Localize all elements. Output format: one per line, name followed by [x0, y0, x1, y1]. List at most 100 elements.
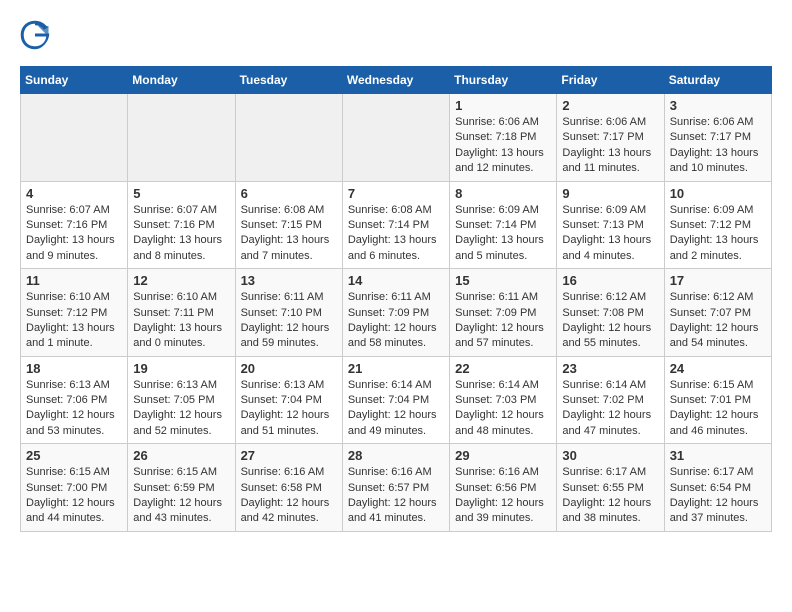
- day-info: Sunrise: 6:13 AMSunset: 7:04 PMDaylight:…: [241, 378, 337, 440]
- calendar-cell: 29 Sunrise: 6:16 AMSunset: 6:56 PMDayligh…: [450, 444, 557, 532]
- day-info: Sunrise: 6:09 AMSunset: 7:13 PMDaylight:…: [562, 203, 658, 265]
- day-info: Sunrise: 6:06 AMSunset: 7:18 PMDaylight:…: [455, 115, 551, 177]
- day-info: Sunrise: 6:12 AMSunset: 7:08 PMDaylight:…: [562, 290, 658, 352]
- day-number: 31: [670, 448, 766, 463]
- day-info: Sunrise: 6:14 AMSunset: 7:04 PMDaylight:…: [348, 378, 444, 440]
- day-info: Sunrise: 6:07 AMSunset: 7:16 PMDaylight:…: [26, 203, 122, 265]
- day-number: 24: [670, 361, 766, 376]
- day-number: 8: [455, 186, 551, 201]
- calendar-cell: 17 Sunrise: 6:12 AMSunset: 7:07 PMDayligh…: [664, 269, 771, 357]
- calendar-cell: 7 Sunrise: 6:08 AMSunset: 7:14 PMDaylight…: [342, 181, 449, 269]
- day-number: 6: [241, 186, 337, 201]
- day-info: Sunrise: 6:10 AMSunset: 7:11 PMDaylight:…: [133, 290, 229, 352]
- calendar-header-friday: Friday: [557, 67, 664, 94]
- day-info: Sunrise: 6:08 AMSunset: 7:14 PMDaylight:…: [348, 203, 444, 265]
- day-number: 17: [670, 273, 766, 288]
- calendar-cell: 28 Sunrise: 6:16 AMSunset: 6:57 PMDayligh…: [342, 444, 449, 532]
- calendar-week-row: 18 Sunrise: 6:13 AMSunset: 7:06 PMDayligh…: [21, 356, 772, 444]
- day-number: 14: [348, 273, 444, 288]
- calendar-cell: 2 Sunrise: 6:06 AMSunset: 7:17 PMDaylight…: [557, 94, 664, 182]
- calendar-cell: 11 Sunrise: 6:10 AMSunset: 7:12 PMDayligh…: [21, 269, 128, 357]
- calendar-cell: 5 Sunrise: 6:07 AMSunset: 7:16 PMDaylight…: [128, 181, 235, 269]
- day-number: 7: [348, 186, 444, 201]
- day-info: Sunrise: 6:15 AMSunset: 7:01 PMDaylight:…: [670, 378, 766, 440]
- day-info: Sunrise: 6:11 AMSunset: 7:09 PMDaylight:…: [348, 290, 444, 352]
- calendar-header-wednesday: Wednesday: [342, 67, 449, 94]
- day-number: 22: [455, 361, 551, 376]
- day-number: 12: [133, 273, 229, 288]
- day-info: Sunrise: 6:17 AMSunset: 6:55 PMDaylight:…: [562, 465, 658, 527]
- day-number: 10: [670, 186, 766, 201]
- calendar-header-row: SundayMondayTuesdayWednesdayThursdayFrid…: [21, 67, 772, 94]
- calendar-cell: [342, 94, 449, 182]
- day-info: Sunrise: 6:09 AMSunset: 7:14 PMDaylight:…: [455, 203, 551, 265]
- day-info: Sunrise: 6:14 AMSunset: 7:02 PMDaylight:…: [562, 378, 658, 440]
- day-number: 3: [670, 98, 766, 113]
- day-number: 23: [562, 361, 658, 376]
- calendar-cell: [21, 94, 128, 182]
- calendar-week-row: 25Sunrise: 6:15 AMSunset: 7:00 PMDayligh…: [21, 444, 772, 532]
- calendar-cell: 12 Sunrise: 6:10 AMSunset: 7:11 PMDayligh…: [128, 269, 235, 357]
- calendar-week-row: 1 Sunrise: 6:06 AMSunset: 7:18 PMDaylight…: [21, 94, 772, 182]
- day-info: Sunrise: 6:06 AMSunset: 7:17 PMDaylight:…: [562, 115, 658, 177]
- calendar-cell: 24 Sunrise: 6:15 AMSunset: 7:01 PMDayligh…: [664, 356, 771, 444]
- calendar-cell: 6 Sunrise: 6:08 AMSunset: 7:15 PMDaylight…: [235, 181, 342, 269]
- day-number: 29: [455, 448, 551, 463]
- day-number: 11: [26, 273, 122, 288]
- calendar-cell: 25Sunrise: 6:15 AMSunset: 7:00 PMDayligh…: [21, 444, 128, 532]
- day-info: Sunrise: 6:16 AMSunset: 6:58 PMDaylight:…: [241, 465, 337, 527]
- day-info: Sunrise: 6:12 AMSunset: 7:07 PMDaylight:…: [670, 290, 766, 352]
- day-info: Sunrise: 6:11 AMSunset: 7:10 PMDaylight:…: [241, 290, 337, 352]
- calendar-header-monday: Monday: [128, 67, 235, 94]
- calendar-header-thursday: Thursday: [450, 67, 557, 94]
- day-info: Sunrise: 6:14 AMSunset: 7:03 PMDaylight:…: [455, 378, 551, 440]
- calendar-week-row: 11 Sunrise: 6:10 AMSunset: 7:12 PMDayligh…: [21, 269, 772, 357]
- day-info: Sunrise: 6:13 AMSunset: 7:05 PMDaylight:…: [133, 378, 229, 440]
- day-number: 27: [241, 448, 337, 463]
- day-info: Sunrise: 6:16 AMSunset: 6:56 PMDaylight:…: [455, 465, 551, 527]
- calendar-cell: 23 Sunrise: 6:14 AMSunset: 7:02 PMDayligh…: [557, 356, 664, 444]
- day-info: Sunrise: 6:10 AMSunset: 7:12 PMDaylight:…: [26, 290, 122, 352]
- calendar-cell: 16Sunrise: 6:12 AMSunset: 7:08 PMDayligh…: [557, 269, 664, 357]
- day-number: 25: [26, 448, 122, 463]
- calendar-header-saturday: Saturday: [664, 67, 771, 94]
- day-number: 4: [26, 186, 122, 201]
- calendar-cell: 19 Sunrise: 6:13 AMSunset: 7:05 PMDayligh…: [128, 356, 235, 444]
- calendar-cell: 15 Sunrise: 6:11 AMSunset: 7:09 PMDayligh…: [450, 269, 557, 357]
- day-number: 21: [348, 361, 444, 376]
- day-number: 2: [562, 98, 658, 113]
- day-info: Sunrise: 6:07 AMSunset: 7:16 PMDaylight:…: [133, 203, 229, 265]
- logo-icon: [20, 20, 50, 50]
- calendar-cell: 20Sunrise: 6:13 AMSunset: 7:04 PMDayligh…: [235, 356, 342, 444]
- calendar-cell: [235, 94, 342, 182]
- day-number: 28: [348, 448, 444, 463]
- day-info: Sunrise: 6:15 AMSunset: 6:59 PMDaylight:…: [133, 465, 229, 527]
- calendar-cell: 26 Sunrise: 6:15 AMSunset: 6:59 PMDayligh…: [128, 444, 235, 532]
- calendar-table: SundayMondayTuesdayWednesdayThursdayFrid…: [20, 66, 772, 532]
- calendar-cell: 31Sunrise: 6:17 AMSunset: 6:54 PMDayligh…: [664, 444, 771, 532]
- day-number: 19: [133, 361, 229, 376]
- calendar-week-row: 4 Sunrise: 6:07 AMSunset: 7:16 PMDaylight…: [21, 181, 772, 269]
- day-number: 18: [26, 361, 122, 376]
- calendar-cell: 21 Sunrise: 6:14 AMSunset: 7:04 PMDayligh…: [342, 356, 449, 444]
- day-number: 15: [455, 273, 551, 288]
- calendar-cell: 3 Sunrise: 6:06 AMSunset: 7:17 PMDaylight…: [664, 94, 771, 182]
- day-number: 30: [562, 448, 658, 463]
- calendar-cell: 10Sunrise: 6:09 AMSunset: 7:12 PMDayligh…: [664, 181, 771, 269]
- day-info: Sunrise: 6:08 AMSunset: 7:15 PMDaylight:…: [241, 203, 337, 265]
- day-info: Sunrise: 6:13 AMSunset: 7:06 PMDaylight:…: [26, 378, 122, 440]
- day-info: Sunrise: 6:16 AMSunset: 6:57 PMDaylight:…: [348, 465, 444, 527]
- day-info: Sunrise: 6:11 AMSunset: 7:09 PMDaylight:…: [455, 290, 551, 352]
- calendar-cell: 30 Sunrise: 6:17 AMSunset: 6:55 PMDayligh…: [557, 444, 664, 532]
- day-info: Sunrise: 6:06 AMSunset: 7:17 PMDaylight:…: [670, 115, 766, 177]
- day-number: 1: [455, 98, 551, 113]
- day-number: 9: [562, 186, 658, 201]
- day-number: 26: [133, 448, 229, 463]
- day-number: 13: [241, 273, 337, 288]
- calendar-cell: 14 Sunrise: 6:11 AMSunset: 7:09 PMDayligh…: [342, 269, 449, 357]
- calendar-cell: 18 Sunrise: 6:13 AMSunset: 7:06 PMDayligh…: [21, 356, 128, 444]
- day-number: 5: [133, 186, 229, 201]
- calendar-cell: 27 Sunrise: 6:16 AMSunset: 6:58 PMDayligh…: [235, 444, 342, 532]
- calendar-cell: 4 Sunrise: 6:07 AMSunset: 7:16 PMDaylight…: [21, 181, 128, 269]
- calendar-header-sunday: Sunday: [21, 67, 128, 94]
